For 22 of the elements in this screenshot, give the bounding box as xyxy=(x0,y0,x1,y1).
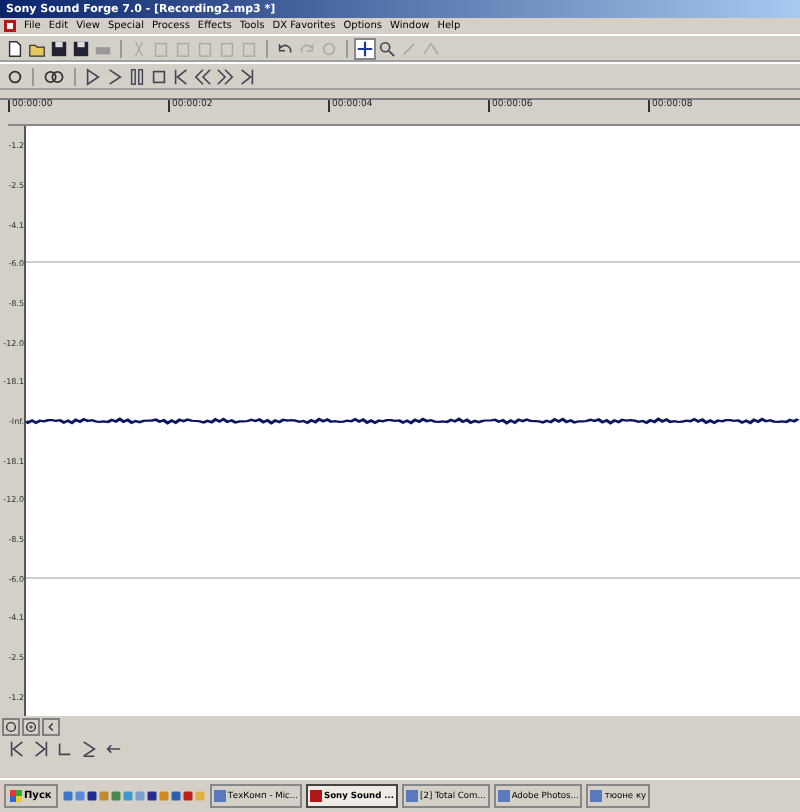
go-to-start-icon[interactable] xyxy=(8,739,26,757)
pause-icon[interactable] xyxy=(128,67,146,85)
rewind-icon[interactable] xyxy=(194,67,212,85)
zoom-in-icon[interactable] xyxy=(22,718,40,736)
arrow-icon[interactable] xyxy=(104,739,122,757)
app-icon[interactable] xyxy=(4,20,16,32)
loop-icon[interactable] xyxy=(42,67,66,85)
go-to-start-icon[interactable] xyxy=(172,67,190,85)
fast-forward-icon[interactable] xyxy=(216,67,234,85)
save-icon[interactable] xyxy=(72,39,90,57)
open-folder-icon[interactable] xyxy=(28,39,46,57)
go-to-end-icon[interactable] xyxy=(32,739,50,757)
edit-tool-icon[interactable] xyxy=(356,39,374,57)
save-icon[interactable] xyxy=(50,39,68,57)
record-icon[interactable] xyxy=(6,67,24,85)
undo-icon[interactable] xyxy=(276,39,294,57)
zoom-out-icon[interactable] xyxy=(2,718,20,736)
windows-flag-icon xyxy=(10,790,22,802)
new-file-icon[interactable] xyxy=(6,39,24,57)
magnify-icon[interactable] xyxy=(378,39,396,57)
scroll-arrow-icon[interactable] xyxy=(42,718,60,736)
go-to-end-icon[interactable] xyxy=(238,67,256,85)
